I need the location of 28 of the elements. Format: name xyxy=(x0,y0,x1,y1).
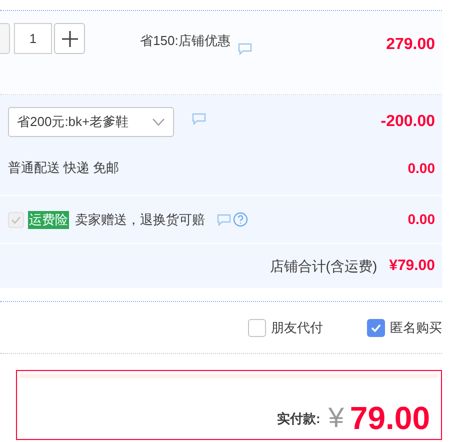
shipping-amount: 0.00 xyxy=(408,158,435,178)
price: 279.00 xyxy=(386,35,435,55)
help-icon[interactable] xyxy=(233,212,248,227)
checkbox-label: 朋友代付 xyxy=(271,318,323,337)
payment-amount: 79.00 xyxy=(350,402,430,434)
plus-button[interactable] xyxy=(54,23,85,54)
insurance-amount: 0.00 xyxy=(408,210,435,229)
plus-icon xyxy=(62,30,78,46)
checkbox[interactable] xyxy=(367,318,385,336)
check-icon xyxy=(371,324,381,332)
discount-amount: -200.00 xyxy=(380,112,435,132)
chevron-down-icon xyxy=(152,118,165,126)
shop-total-label: 店铺合计(含运费) xyxy=(270,256,378,276)
checkbox-label: 匿名购买 xyxy=(390,318,442,337)
promo-text: 省150:店铺优惠 xyxy=(140,32,230,50)
chat-icon[interactable] xyxy=(238,43,252,55)
chat-icon[interactable] xyxy=(192,112,206,124)
currency-symbol: ¥ xyxy=(328,404,344,432)
insurance-text: 卖家赠送，退换货可赔 xyxy=(75,210,205,229)
insurance-tag: 运费险 xyxy=(28,210,69,228)
payment-label: 实付款: xyxy=(277,410,320,428)
check-icon xyxy=(11,216,21,224)
quantity-field[interactable]: 1 xyxy=(14,23,52,54)
chat-icon[interactable] xyxy=(217,214,231,226)
discount-dropdown[interactable]: 省200元:bk+老爹鞋 xyxy=(8,106,174,136)
shop-total-amount: ¥79.00 xyxy=(389,256,435,276)
checkbox[interactable] xyxy=(248,318,266,336)
shipping-method: 普通配送 快递 免邮 xyxy=(8,159,120,178)
